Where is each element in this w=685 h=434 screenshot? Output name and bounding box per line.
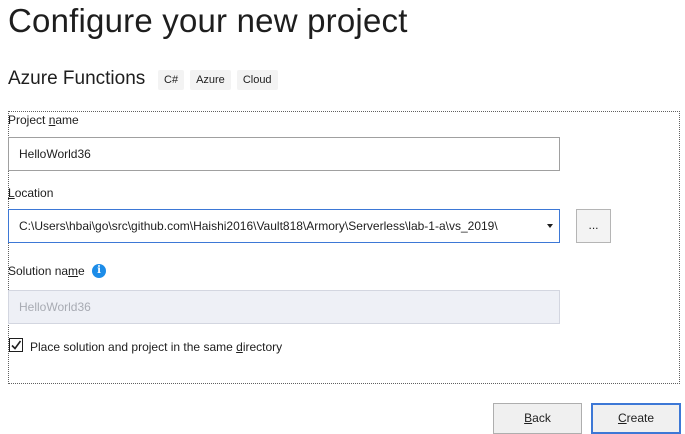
chevron-down-icon[interactable]: [547, 224, 553, 228]
tag-project-type: Cloud: [236, 70, 278, 90]
checkmark-icon: [11, 340, 22, 350]
create-button[interactable]: Create: [591, 403, 681, 434]
page-title: Configure your new project: [8, 2, 408, 39]
solution-name-label: Solution name: [8, 264, 85, 278]
template-name: Azure Functions: [8, 68, 146, 89]
location-value: C:\Users\hbai\go\src\github.com\Haishi20…: [19, 219, 498, 233]
tag-platform: Azure: [190, 70, 231, 90]
template-tags: C# Azure Cloud: [158, 70, 278, 90]
location-combobox[interactable]: C:\Users\hbai\go\src\github.com\Haishi20…: [8, 209, 560, 243]
browse-button[interactable]: ...: [576, 209, 611, 243]
same-directory-label[interactable]: Place solution and project in the same d…: [30, 340, 282, 354]
solution-name-input: HelloWorld36: [8, 290, 560, 324]
project-name-input[interactable]: HelloWorld36: [8, 137, 560, 171]
back-button[interactable]: Back: [493, 403, 582, 434]
location-label: Location: [8, 186, 54, 200]
same-directory-checkbox[interactable]: [9, 338, 23, 352]
info-icon[interactable]: i: [92, 264, 106, 278]
project-name-label: Project name: [8, 113, 79, 127]
tag-language: C#: [158, 70, 185, 90]
